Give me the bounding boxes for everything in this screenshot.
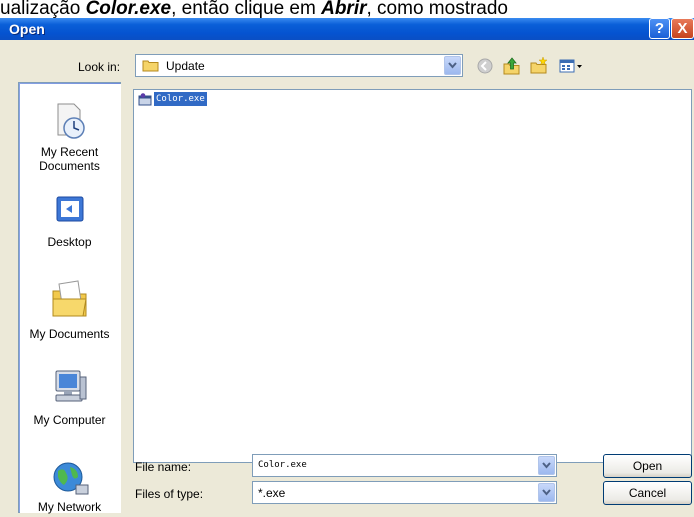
- file-name-dropdown-button[interactable]: [538, 456, 555, 475]
- chevron-down-icon: [542, 462, 551, 469]
- desktop-icon: [56, 196, 83, 222]
- caption-post: , como mostrado: [366, 0, 509, 18]
- files-of-type-select[interactable]: *.exe: [252, 481, 557, 504]
- chevron-down-icon: [542, 489, 551, 496]
- place-my-recent-documents[interactable]: My Recent Documents: [19, 101, 120, 173]
- look-in-label: Look in:: [78, 60, 121, 74]
- file-list[interactable]: Color.exe: [133, 89, 692, 463]
- recent-documents-icon: [57, 103, 85, 139]
- up-folder-icon[interactable]: [502, 56, 522, 76]
- place-label: My Recent Documents: [39, 145, 100, 173]
- help-button[interactable]: ?: [649, 18, 670, 39]
- back-icon[interactable]: [475, 56, 495, 76]
- look-in-value: Update: [166, 59, 205, 73]
- caption-mid: , então clique em: [171, 0, 322, 18]
- look-in-dropdown-button[interactable]: [444, 56, 461, 75]
- caption-action: Abrir: [321, 0, 367, 18]
- file-name: Color.exe: [154, 92, 207, 106]
- place-my-computer[interactable]: My Computer: [19, 367, 120, 427]
- file-name-label: File name:: [135, 460, 192, 474]
- cancel-button[interactable]: Cancel: [603, 481, 692, 505]
- open-dialog: Open ? X Look in: Update My Recent Docum…: [0, 18, 694, 517]
- place-my-documents[interactable]: My Documents: [19, 279, 120, 341]
- instruction-caption: ualização Color.exe, então clique em Abr…: [0, 0, 694, 18]
- chevron-down-icon: [448, 62, 457, 69]
- folder-icon: [142, 60, 159, 72]
- files-of-type-value: *.exe: [258, 486, 286, 500]
- new-folder-icon[interactable]: [529, 56, 549, 76]
- place-desktop[interactable]: Desktop: [19, 195, 120, 249]
- files-of-type-dropdown-button[interactable]: [538, 483, 555, 502]
- place-label: My Network: [37, 500, 102, 514]
- caption-file: Color.exe: [85, 0, 172, 18]
- close-button[interactable]: X: [671, 18, 694, 39]
- application-icon: [138, 93, 152, 106]
- places-bar: My Recent Documents Desktop My Documents: [18, 82, 121, 514]
- caption-pre: ualização: [0, 0, 86, 18]
- file-name-value: Color.exe: [258, 460, 307, 470]
- place-label: My Documents: [29, 327, 110, 341]
- network-icon: [53, 462, 88, 495]
- dialog-title: Open: [9, 21, 45, 37]
- title-bar[interactable]: Open ? X: [0, 18, 694, 40]
- open-button[interactable]: Open: [603, 454, 692, 478]
- file-name-field[interactable]: Color.exe: [252, 454, 557, 477]
- files-of-type-label: Files of type:: [135, 487, 204, 501]
- view-menu-icon[interactable]: [557, 56, 587, 76]
- my-documents-icon: [52, 280, 87, 317]
- place-label: Desktop: [47, 235, 92, 249]
- place-label: My Computer: [33, 413, 106, 427]
- my-computer-icon: [55, 370, 86, 402]
- place-my-network[interactable]: My Network: [19, 461, 120, 514]
- look-in-combo[interactable]: Update: [135, 54, 463, 77]
